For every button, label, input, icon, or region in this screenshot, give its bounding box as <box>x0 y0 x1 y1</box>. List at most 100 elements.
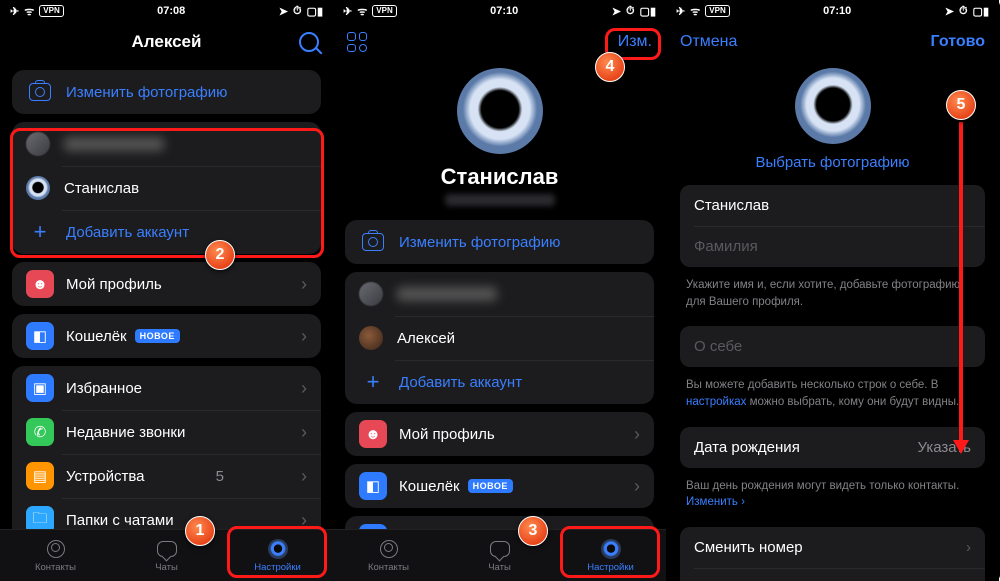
wallet-row[interactable]: ◧КошелёкНОВОЕ› <box>345 464 654 508</box>
account-name-blurred <box>397 287 497 301</box>
add-account-row[interactable]: +Добавить аккаунт <box>345 360 654 404</box>
settings-icon <box>601 539 621 559</box>
battery-icon: ▢▮ <box>640 5 656 18</box>
chats-icon <box>157 541 177 557</box>
calls-row[interactable]: ✆Недавние звонки› <box>12 410 321 454</box>
username-row[interactable]: Имя пользователя› <box>680 568 985 581</box>
change-photo-label: Изменить фотографию <box>399 234 560 251</box>
nav-icon: ➤ <box>945 5 954 18</box>
marker-1: 1 <box>185 516 215 546</box>
account-row-alexey[interactable]: Алексей <box>345 316 654 360</box>
profile-card: ☻ Мой профиль › <box>12 262 321 306</box>
plus-icon: + <box>26 219 54 245</box>
my-profile-row[interactable]: ☻ Мой профиль › <box>345 412 654 456</box>
battery-icon: ▢▮ <box>973 5 989 18</box>
row-label: Папки с чатами <box>66 512 174 529</box>
alarm-icon: ⏱ <box>293 5 302 18</box>
chevron-right-icon: › <box>634 424 640 445</box>
qr-icon[interactable] <box>347 32 367 52</box>
vpn-badge: VPN <box>372 5 396 17</box>
last-name-field[interactable]: Фамилия <box>680 226 985 267</box>
alarm-icon: ⏱ <box>959 5 968 18</box>
chevron-right-icon: › <box>301 326 307 347</box>
account-name: Алексей <box>397 330 455 347</box>
change-number-row[interactable]: Сменить номер› <box>680 527 985 568</box>
chevron-right-icon: › <box>301 510 307 530</box>
wallet-row[interactable]: ◧КошелёкНОВОЕ› <box>12 314 321 358</box>
chevron-right-icon: › <box>634 476 640 497</box>
tab-label: Контакты <box>35 562 76 573</box>
chevron-right-icon: › <box>301 422 307 443</box>
new-badge: НОВОЕ <box>468 479 513 493</box>
vpn-badge: VPN <box>39 5 63 17</box>
vpn-badge: VPN <box>705 5 729 17</box>
pick-photo-button[interactable]: Выбрать фотографию <box>666 154 999 171</box>
row-label: Мой профиль <box>399 426 495 443</box>
marker-3: 3 <box>518 516 548 546</box>
row-label: Устройства <box>66 468 144 485</box>
folder-icon: 🗀 <box>26 506 54 529</box>
dob-row[interactable]: Дата рожденияУказать <box>680 427 985 468</box>
wifi-icon: ᯤ <box>690 4 700 19</box>
done-button[interactable]: Готово <box>931 33 985 51</box>
settings-icon <box>268 539 288 559</box>
wallet-card: ◧КошелёкНОВОЕ› <box>12 314 321 358</box>
camera-icon <box>26 83 54 101</box>
wallet-card: ◧КошелёкНОВОЕ› <box>345 464 654 508</box>
my-profile-row[interactable]: ☻ Мой профиль › <box>12 262 321 306</box>
statusbar: ✈︎ᯤVPN 07:10 ➤⏱▢▮ <box>333 0 666 22</box>
first-name-field[interactable]: Станислав <box>680 185 985 226</box>
change-privacy-link[interactable]: Изменить › <box>686 496 745 508</box>
wallet-icon: ◧ <box>26 322 54 350</box>
cancel-button[interactable]: Отмена <box>680 33 737 51</box>
tab-contacts[interactable]: Контакты <box>0 530 111 581</box>
header: Отмена Готово <box>666 22 999 62</box>
tab-label: Чаты <box>488 562 511 573</box>
add-account-label: Добавить аккаунт <box>399 374 522 391</box>
airplane-icon: ✈︎ <box>343 5 352 18</box>
battery-icon: ▢▮ <box>307 5 323 18</box>
statusbar: ✈︎ᯤVPN 07:08 ➤⏱▢▮ <box>0 0 333 22</box>
marker-4: 4 <box>595 52 625 82</box>
search-icon[interactable] <box>299 32 319 52</box>
row-label: Мой профиль <box>66 276 162 293</box>
devices-row[interactable]: ▤Устройства5› <box>12 454 321 498</box>
camera-icon <box>359 233 387 251</box>
clock: 07:10 <box>823 5 851 17</box>
tab-label: Настройки <box>587 562 634 573</box>
tabbar: Контакты Чаты Настройки <box>333 529 666 581</box>
contacts-icon <box>380 540 398 558</box>
saved-row[interactable]: ▣Избранное› <box>12 366 321 410</box>
about-hint: Вы можете добавить несколько строк о себ… <box>666 375 999 418</box>
arrow-5-head <box>953 440 969 454</box>
profile-phone-blurred <box>445 194 555 206</box>
settings-link[interactable]: настройках <box>686 396 746 408</box>
nav-icon: ➤ <box>279 5 288 18</box>
account-row-1[interactable] <box>345 272 654 316</box>
account-row-stanislav[interactable]: Станислав <box>12 166 321 210</box>
clock: 07:10 <box>490 5 518 17</box>
add-account-row[interactable]: +Добавить аккаунт <box>12 210 321 254</box>
tab-contacts[interactable]: Контакты <box>333 530 444 581</box>
tab-settings[interactable]: Настройки <box>555 530 666 581</box>
phone-settings-accounts: ✈︎ᯤVPN 07:08 ➤⏱▢▮ Алексей Изменить фотог… <box>0 0 333 581</box>
profile-icon: ☻ <box>26 270 54 298</box>
change-photo-card[interactable]: Изменить фотографию <box>345 220 654 264</box>
devices-count: 5 <box>216 468 224 485</box>
profile-avatar[interactable] <box>795 68 871 144</box>
phone-icon: ✆ <box>26 418 54 446</box>
change-photo-label: Изменить фотографию <box>66 84 227 101</box>
change-photo-card[interactable]: Изменить фотографию <box>12 70 321 114</box>
folders-row[interactable]: 🗀 Папки с чатами › <box>12 498 321 529</box>
about-field[interactable]: О себе <box>680 326 985 367</box>
wallet-icon: ◧ <box>359 472 387 500</box>
edit-button[interactable]: Изм. <box>618 33 652 51</box>
chevron-right-icon: › <box>301 274 307 295</box>
tab-settings[interactable]: Настройки <box>222 530 333 581</box>
account-row-1[interactable] <box>12 122 321 166</box>
saved-row[interactable]: ▣Избранное› <box>345 516 654 529</box>
profile-icon: ☻ <box>359 420 387 448</box>
profile-avatar[interactable] <box>457 68 543 154</box>
name-fields: Станислав Фамилия <box>680 185 985 267</box>
account-name-blurred <box>64 137 164 151</box>
